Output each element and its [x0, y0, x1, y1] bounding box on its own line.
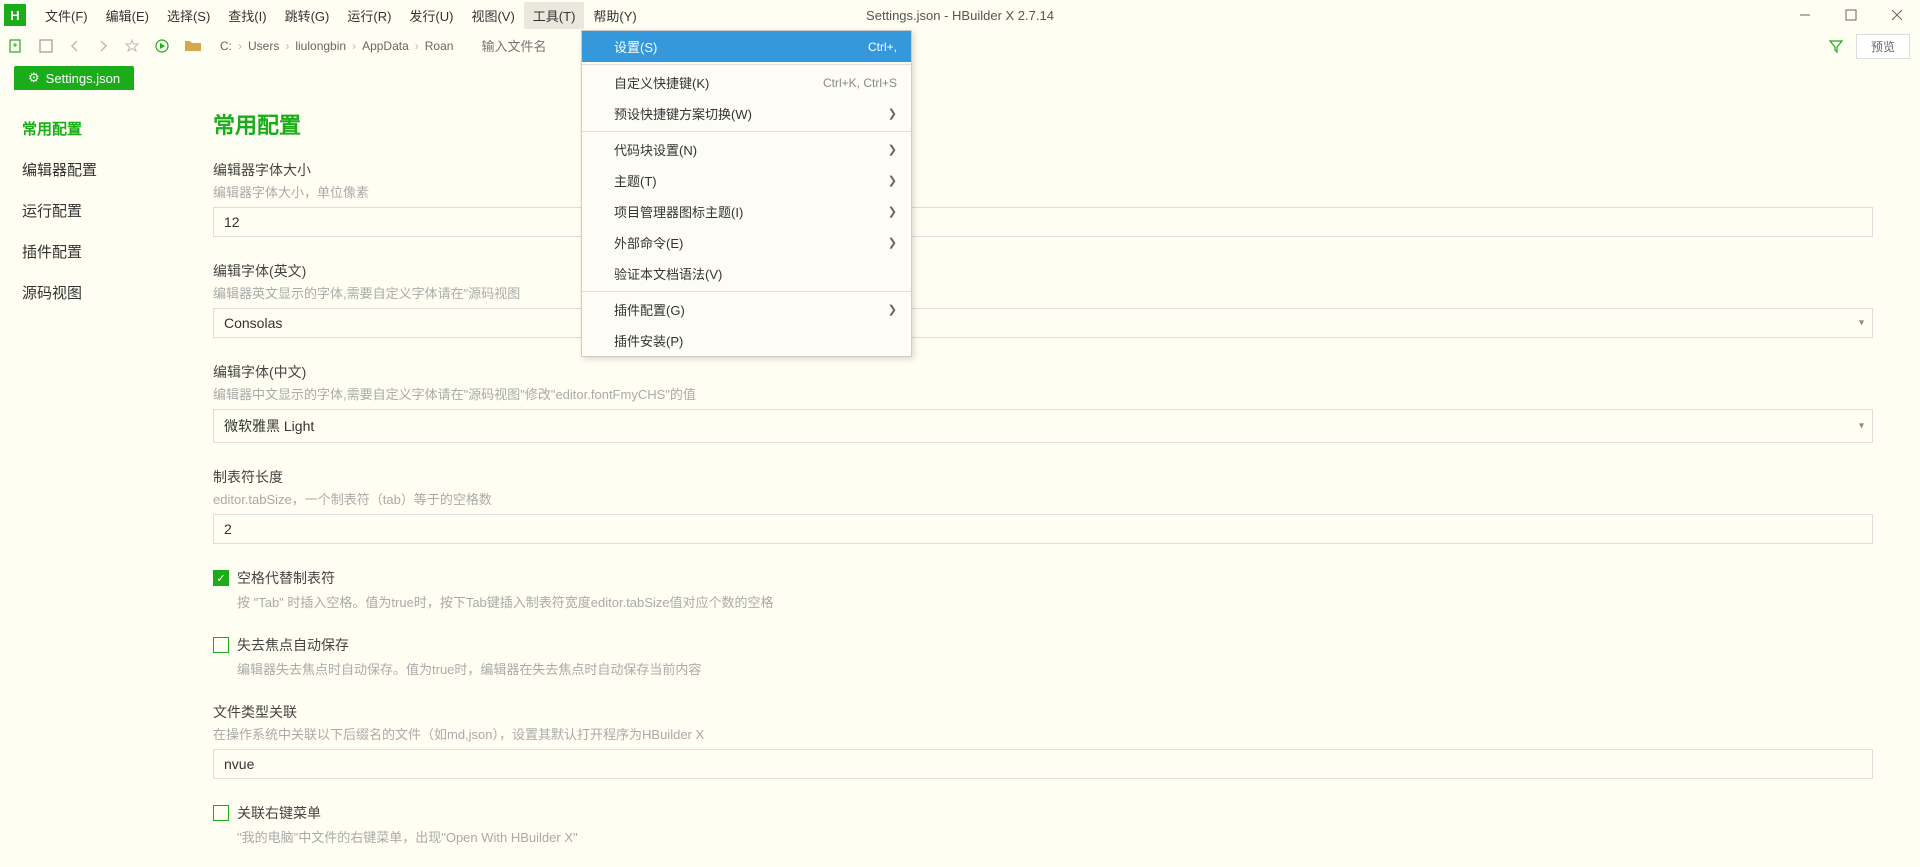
font-size-input[interactable]	[213, 207, 1873, 237]
menu-file[interactable]: 文件(F)	[36, 2, 97, 29]
gear-icon: ⚙	[28, 70, 40, 86]
breadcrumb: C:› Users› liulongbin› AppData› Roan	[220, 39, 453, 53]
field-label: 编辑器字体大小	[213, 160, 1890, 180]
field-desc: "我的电脑"中文件的右键菜单，出现"Open With HBuilder X"	[237, 827, 1890, 846]
context-menu-checkbox[interactable]	[213, 805, 229, 821]
sidebar-item-plugin[interactable]: 插件配置	[0, 231, 168, 272]
main-area: 常用配置 编辑器配置 运行配置 插件配置 源码视图 常用配置 编辑器字体大小 编…	[0, 90, 1920, 867]
chevron-down-icon: ▾	[1859, 318, 1864, 329]
sidebar-item-editor[interactable]: 编辑器配置	[0, 149, 168, 190]
dd-icon-theme[interactable]: 项目管理器图标主题(I)❯	[582, 196, 911, 227]
field-desc: 按 "Tab" 时插入空格。值为true时，按下Tab键插入制表符宽度edito…	[237, 592, 1890, 611]
title-bar: H 文件(F) 编辑(E) 选择(S) 查找(I) 跳转(G) 运行(R) 发行…	[0, 0, 1920, 30]
field-desc: 编辑器英文显示的字体,需要自定义字体请在"源码视图	[213, 283, 1890, 302]
preview-button[interactable]: 预览	[1856, 34, 1910, 59]
menu-publish[interactable]: 发行(U)	[400, 2, 462, 29]
forward-icon[interactable]	[96, 39, 110, 53]
menu-goto[interactable]: 跳转(G)	[276, 2, 339, 29]
field-desc: 编辑器字体大小，单位像素	[213, 182, 1890, 201]
maximize-button[interactable]	[1828, 0, 1874, 30]
menu-find[interactable]: 查找(I)	[219, 2, 275, 29]
back-icon[interactable]	[68, 39, 82, 53]
crumb-1[interactable]: Users	[248, 39, 279, 53]
dd-theme[interactable]: 主题(T)❯	[582, 165, 911, 196]
crumb-3[interactable]: AppData	[362, 39, 409, 53]
filter-icon[interactable]	[1828, 38, 1844, 54]
field-file-assoc: 文件类型关联 在操作系统中关联以下后缀名的文件（如md,json），设置其默认打…	[213, 702, 1890, 779]
field-label: 编辑字体(英文)	[213, 261, 1890, 281]
close-button[interactable]	[1874, 0, 1920, 30]
tab-size-input[interactable]	[213, 514, 1873, 544]
sidebar-item-common[interactable]: 常用配置	[0, 108, 168, 149]
field-label: 制表符长度	[213, 467, 1890, 487]
field-desc: 编辑器失去焦点时自动保存。值为true时，编辑器在失去焦点时自动保存当前内容	[237, 659, 1890, 678]
settings-content: 常用配置 编辑器字体大小 编辑器字体大小，单位像素 编辑字体(英文) 编辑器英文…	[168, 90, 1920, 867]
field-label: 文件类型关联	[213, 702, 1890, 722]
tools-dropdown: 设置(S)Ctrl+, 自定义快捷键(K)Ctrl+K, Ctrl+S 预设快捷…	[581, 30, 912, 357]
menu-bar: 文件(F) 编辑(E) 选择(S) 查找(I) 跳转(G) 运行(R) 发行(U…	[36, 2, 646, 29]
tab-settings[interactable]: ⚙ Settings.json	[14, 66, 134, 90]
dd-codeblock[interactable]: 代码块设置(N)❯	[582, 134, 911, 165]
dd-shortcuts[interactable]: 自定义快捷键(K)Ctrl+K, Ctrl+S	[582, 67, 911, 98]
field-font-en: 编辑字体(英文) 编辑器英文显示的字体,需要自定义字体请在"源码视图 Conso…	[213, 261, 1890, 338]
dd-preset-shortcuts[interactable]: 预设快捷键方案切换(W)❯	[582, 98, 911, 129]
play-icon[interactable]	[154, 38, 170, 54]
tab-label: Settings.json	[46, 71, 120, 86]
field-tab-size: 制表符长度 editor.tabSize，一个制表符（tab）等于的空格数	[213, 467, 1890, 544]
menu-help[interactable]: 帮助(Y)	[584, 2, 645, 29]
dd-external[interactable]: 外部命令(E)❯	[582, 227, 911, 258]
chevron-right-icon: ❯	[888, 303, 897, 316]
crumb-4[interactable]: Roan	[425, 39, 454, 53]
dd-plugin-config[interactable]: 插件配置(G)❯	[582, 294, 911, 325]
menu-run[interactable]: 运行(R)	[338, 2, 400, 29]
chevron-right-icon: ❯	[888, 236, 897, 249]
chevron-right-icon: ❯	[888, 205, 897, 218]
autosave-checkbox[interactable]	[213, 637, 229, 653]
field-label: 关联右键菜单	[237, 803, 321, 823]
minimize-button[interactable]	[1782, 0, 1828, 30]
field-spaces: ✓ 空格代替制表符 按 "Tab" 时插入空格。值为true时，按下Tab键插入…	[213, 568, 1890, 611]
dd-settings[interactable]: 设置(S)Ctrl+,	[582, 31, 911, 62]
field-context-menu: 关联右键菜单 "我的电脑"中文件的右键菜单，出现"Open With HBuil…	[213, 803, 1890, 846]
chevron-right-icon: ❯	[888, 143, 897, 156]
window-title: Settings.json - HBuilder X 2.7.14	[866, 8, 1054, 23]
file-assoc-input[interactable]	[213, 749, 1873, 779]
chevron-down-icon: ▾	[1859, 421, 1864, 432]
font-zh-select[interactable]: 微软雅黑 Light ▾	[213, 409, 1873, 443]
field-desc: editor.tabSize，一个制表符（tab）等于的空格数	[213, 489, 1890, 508]
crumb-0[interactable]: C:	[220, 39, 232, 53]
sidebar-item-run[interactable]: 运行配置	[0, 190, 168, 231]
font-en-select[interactable]: Consolas ▾	[213, 308, 1873, 338]
app-icon: H	[4, 4, 26, 26]
new-file-icon[interactable]	[8, 38, 24, 54]
field-label: 空格代替制表符	[237, 568, 335, 588]
field-label: 编辑字体(中文)	[213, 362, 1890, 382]
field-desc: 在操作系统中关联以下后缀名的文件（如md,json），设置其默认打开程序为HBu…	[213, 724, 1890, 743]
sidebar-item-source[interactable]: 源码视图	[0, 272, 168, 313]
chevron-right-icon: ❯	[888, 107, 897, 120]
field-autosave: 失去焦点自动保存 编辑器失去焦点时自动保存。值为true时，编辑器在失去焦点时自…	[213, 635, 1890, 678]
field-font-zh: 编辑字体(中文) 编辑器中文显示的字体,需要自定义字体请在"源码视图"修改"ed…	[213, 362, 1890, 443]
field-font-size: 编辑器字体大小 编辑器字体大小，单位像素	[213, 160, 1890, 237]
save-icon[interactable]	[38, 38, 54, 54]
dd-plugin-install[interactable]: 插件安装(P)	[582, 325, 911, 356]
dd-validate[interactable]: 验证本文档语法(V)	[582, 258, 911, 289]
spaces-checkbox[interactable]: ✓	[213, 570, 229, 586]
field-label: 失去焦点自动保存	[237, 635, 349, 655]
folder-icon[interactable]	[184, 39, 202, 53]
chevron-right-icon: ❯	[888, 174, 897, 187]
menu-tools[interactable]: 工具(T)	[524, 2, 585, 29]
section-title: 常用配置	[213, 108, 1890, 140]
tab-bar: ⚙ Settings.json	[0, 62, 1920, 90]
toolbar: C:› Users› liulongbin› AppData› Roan 预览	[0, 30, 1920, 62]
menu-select[interactable]: 选择(S)	[158, 2, 219, 29]
crumb-2[interactable]: liulongbin	[295, 39, 346, 53]
menu-view[interactable]: 视图(V)	[462, 2, 523, 29]
field-desc: 编辑器中文显示的字体,需要自定义字体请在"源码视图"修改"editor.font…	[213, 384, 1890, 403]
settings-sidebar: 常用配置 编辑器配置 运行配置 插件配置 源码视图	[0, 90, 168, 867]
star-icon[interactable]	[124, 38, 140, 54]
menu-edit[interactable]: 编辑(E)	[97, 2, 158, 29]
